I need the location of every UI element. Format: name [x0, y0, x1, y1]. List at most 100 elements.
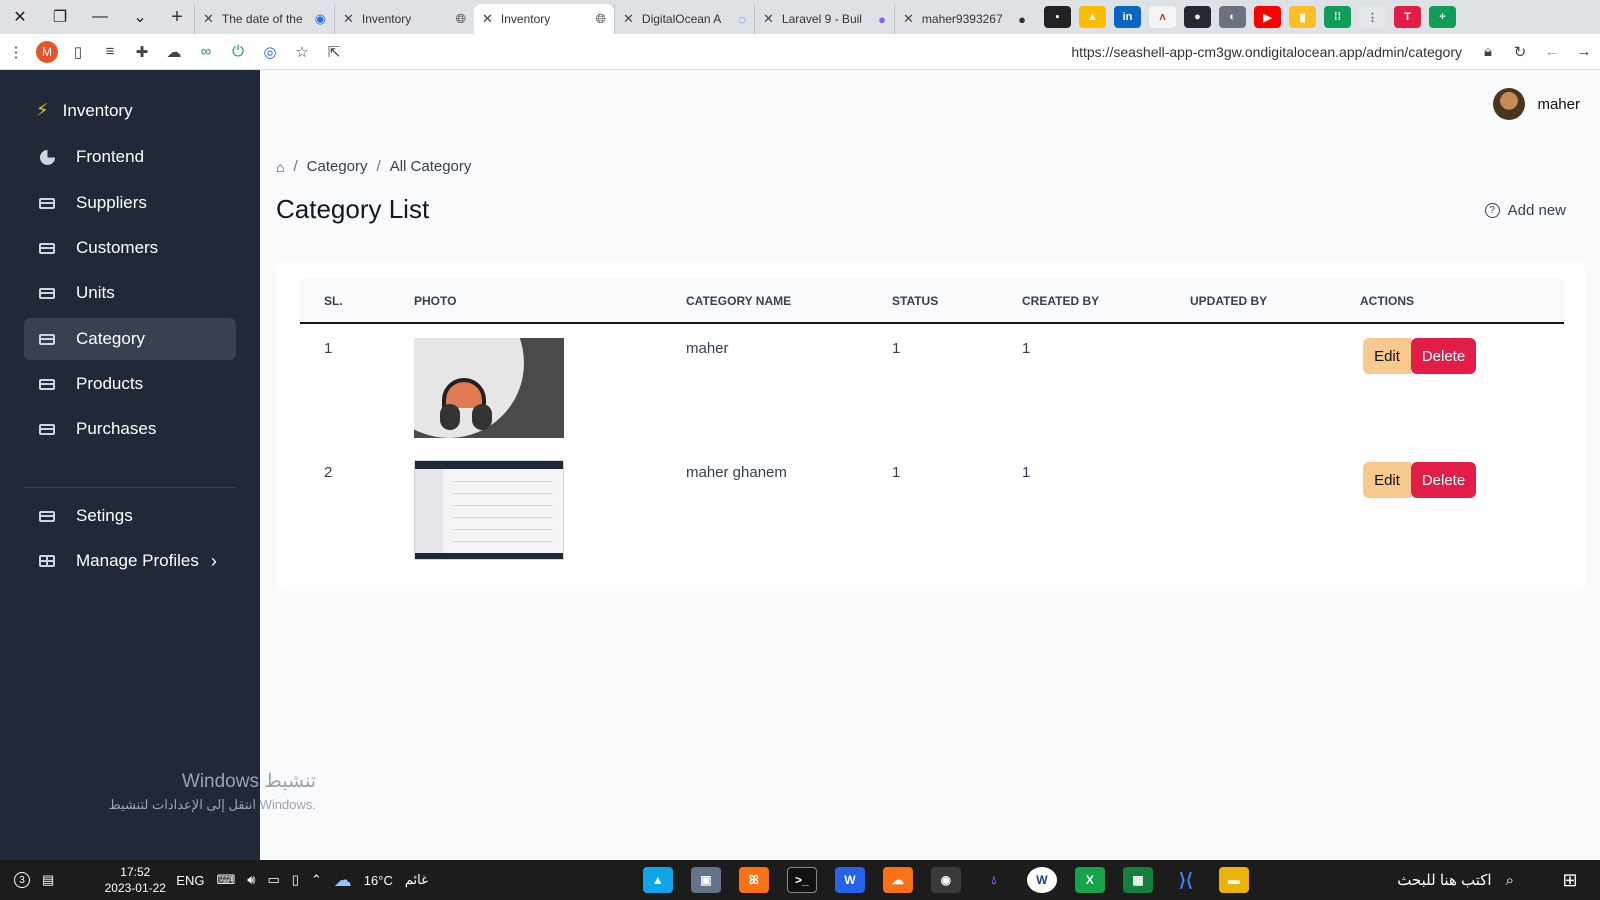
- language-indicator[interactable]: ENG: [176, 873, 204, 888]
- vscode-icon[interactable]: ⟩⟨: [1171, 867, 1201, 893]
- share-icon[interactable]: ⇱: [318, 43, 350, 61]
- excel-icon[interactable]: X: [1074, 867, 1105, 893]
- google-drive-icon[interactable]: ▲: [1079, 6, 1106, 28]
- tab-close-icon[interactable]: ✕: [763, 11, 774, 27]
- sidebar-item-label: Setings: [76, 506, 133, 525]
- edit-button[interactable]: Edit: [1363, 462, 1411, 498]
- notification-count[interactable]: 3: [14, 872, 30, 888]
- github-icon[interactable]: ●: [1184, 6, 1211, 28]
- apps-icon[interactable]: ⁞⁞: [1324, 6, 1351, 28]
- new-tab-button[interactable]: +: [160, 6, 194, 29]
- sidebar-item-label: Units: [76, 283, 115, 302]
- extension-icon[interactable]: ∞: [190, 43, 222, 60]
- close-window-icon[interactable]: ✕: [0, 0, 40, 34]
- youtube-icon[interactable]: ▶: [1254, 6, 1281, 28]
- restore-window-icon[interactable]: ❐: [40, 0, 80, 34]
- tab-close-icon[interactable]: ✕: [903, 11, 914, 27]
- windows-start-icon[interactable]: ⊞: [1540, 870, 1600, 891]
- volume-icon[interactable]: 🔊︎: [247, 872, 255, 888]
- tab-close-icon[interactable]: ✕: [482, 11, 493, 27]
- table-header: SL. PHOTO CATEGORY NAME STATUS CREATED B…: [300, 278, 1564, 324]
- weather-text[interactable]: غائم: [405, 872, 428, 888]
- profile-avatar[interactable]: M: [36, 40, 58, 63]
- card-icon: [38, 333, 56, 345]
- keep-icon[interactable]: ▮: [1289, 6, 1316, 28]
- pinned-tab-icon[interactable]: T: [1394, 6, 1421, 28]
- user-menu[interactable]: maher: [1493, 88, 1580, 120]
- delete-button[interactable]: Delete: [1411, 338, 1476, 374]
- app-icon[interactable]: ▣: [690, 867, 721, 893]
- cell-sl: 1: [324, 340, 333, 357]
- browser-tab[interactable]: ✕ The date of the ◉: [194, 4, 334, 34]
- forward-arrow-icon[interactable]: →: [1568, 43, 1600, 60]
- card-icon: [38, 242, 56, 254]
- pinned-tab-icon[interactable]: ʌ: [1149, 6, 1176, 28]
- action-center-icon[interactable]: ▤: [42, 872, 54, 888]
- terminal-icon[interactable]: >_: [786, 867, 817, 893]
- sidebar-item-manage-profiles[interactable]: Manage Profiles ›: [24, 540, 236, 582]
- reload-icon[interactable]: ↻: [1504, 43, 1536, 61]
- back-arrow-icon[interactable]: ←: [1536, 43, 1568, 60]
- column-header-created-by: CREATED BY: [1022, 294, 1100, 308]
- tab-close-icon[interactable]: ✕: [203, 11, 214, 27]
- search-box[interactable]: اكتب هنا للبحث ⌕: [1397, 871, 1514, 890]
- sidebar-item-suppliers[interactable]: Suppliers: [24, 182, 236, 224]
- sidebar-item-category[interactable]: Category: [24, 318, 236, 360]
- power-icon[interactable]: ⏻: [222, 43, 254, 60]
- reading-list-icon[interactable]: ≡: [94, 43, 126, 60]
- sidebar-item-purchases[interactable]: Purchases: [24, 408, 236, 450]
- file-explorer-icon[interactable]: ▬: [1218, 867, 1249, 893]
- app-icon[interactable]: 💧︎: [979, 867, 1009, 893]
- word-icon[interactable]: W: [834, 867, 865, 893]
- tab-search-icon[interactable]: ⌄: [120, 0, 160, 34]
- menu-kebab-icon[interactable]: ⋮: [0, 43, 32, 61]
- browser-tab[interactable]: ✕ Laravel 9 - Buil ●: [754, 4, 894, 34]
- address-bar[interactable]: https://seashell-app-cm3gw.ondigitalocea…: [1071, 44, 1472, 60]
- extension-icon[interactable]: ☁: [158, 43, 190, 61]
- soundcloud-icon[interactable]: ☁: [882, 867, 913, 893]
- minimize-window-icon[interactable]: —: [80, 0, 120, 34]
- browser-tab[interactable]: ✕ Inventory 🌐︎: [334, 4, 474, 34]
- temperature[interactable]: 16°C: [364, 873, 393, 888]
- sidebar-item-customers[interactable]: Customers: [24, 227, 236, 269]
- bookmark-star-icon[interactable]: ☆: [286, 43, 318, 61]
- tab-close-icon[interactable]: ✕: [623, 11, 634, 27]
- brand[interactable]: ⚡︎ Inventory: [36, 100, 133, 121]
- linkedin-icon[interactable]: in: [1114, 6, 1141, 28]
- card-icon: [38, 423, 56, 435]
- add-new-button[interactable]: ? Add new: [1484, 202, 1566, 219]
- search-icon: ⌕: [1505, 871, 1514, 889]
- pinned-tab-icon[interactable]: ⋮: [1359, 6, 1386, 28]
- clock[interactable]: 17:52 2023-01-22: [100, 864, 170, 896]
- pinned-tab-icon[interactable]: ▪: [1044, 6, 1071, 28]
- sidebar-item-units[interactable]: Units: [24, 272, 236, 314]
- breadcrumb-link-category[interactable]: Category: [307, 158, 368, 175]
- photos-icon[interactable]: ▲: [642, 867, 673, 893]
- globe-icon[interactable]: ◐: [1219, 6, 1246, 28]
- chrome-icon[interactable]: ◉: [930, 867, 961, 893]
- edit-button[interactable]: Edit: [1363, 338, 1411, 374]
- browser-tab-active[interactable]: ✕ Inventory 🌐︎: [474, 4, 614, 34]
- extensions-icon[interactable]: ✚: [126, 43, 158, 61]
- search-placeholder: اكتب هنا للبحث: [1397, 872, 1492, 889]
- sidebar-item-frontend[interactable]: Frontend: [24, 136, 236, 178]
- chevron-up-icon[interactable]: ⌃: [311, 872, 322, 888]
- extension-icon[interactable]: ◎: [254, 43, 286, 61]
- app-icon[interactable]: W: [1026, 867, 1057, 893]
- globe-icon: 🌐︎: [595, 11, 606, 26]
- side-panel-icon[interactable]: ▯: [62, 43, 94, 61]
- tab-close-icon[interactable]: ✕: [343, 11, 354, 27]
- browser-tab[interactable]: ✕ DigitalOcean A ◌: [614, 4, 754, 34]
- xampp-icon[interactable]: ꕤ: [738, 867, 769, 893]
- home-icon[interactable]: ⌂: [276, 159, 284, 175]
- browser-tab[interactable]: ✕ maher9393267 ●: [894, 4, 1034, 34]
- network-icon[interactable]: ▭: [267, 872, 279, 888]
- delete-button[interactable]: Delete: [1411, 462, 1476, 498]
- sidebar-item-label: Category: [76, 329, 145, 348]
- app-icon[interactable]: ▦: [1122, 867, 1153, 893]
- battery-icon[interactable]: ▯: [292, 872, 299, 888]
- sidebar-item-products[interactable]: Products: [24, 363, 236, 405]
- keyboard-icon[interactable]: ⌨: [216, 872, 235, 888]
- sidebar-item-settings[interactable]: Setings: [24, 495, 236, 537]
- sheets-icon[interactable]: +: [1429, 6, 1456, 28]
